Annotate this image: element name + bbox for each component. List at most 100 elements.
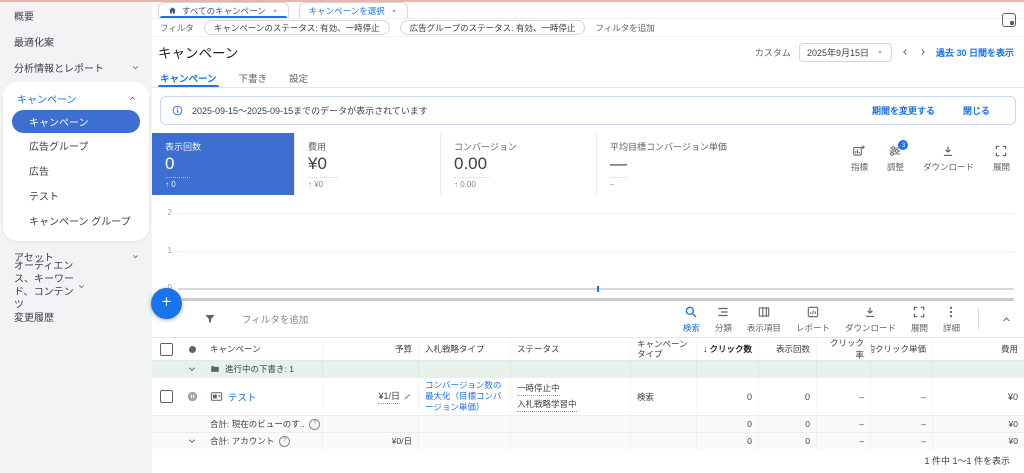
date-info-banner: 2025-09-15～2025-09-15までのデータが表示されています 期間を… <box>160 96 1016 125</box>
filter-chip-adgroup-status[interactable]: 広告グループのステータス: 有効、一時停止 <box>399 20 586 35</box>
dropdown-caret-icon <box>271 7 279 15</box>
sidebar-item-experiments[interactable]: テスト <box>3 183 149 208</box>
sidebar-item-recommendations[interactable]: 最適化案 <box>0 28 152 54</box>
status-cell[interactable]: 一時停止中 入札戦略学習中 <box>510 378 630 415</box>
segment-icon <box>716 305 730 319</box>
y-axis-tick: 2 <box>167 208 172 218</box>
collapse-table-chevron[interactable] <box>997 314 1016 325</box>
chart-tool-group: 指標 3 調整 ダウンロード 展開 <box>851 133 1024 195</box>
next-period-button[interactable] <box>918 47 928 57</box>
column-header-campaign-type[interactable]: キャンペーン タイプ <box>630 338 696 360</box>
download-icon <box>863 305 877 319</box>
cost-total-cell: ¥0 <box>932 416 1024 432</box>
tab-settings[interactable]: 設定 <box>289 67 308 87</box>
add-filter-link[interactable]: フィルタを追加 <box>595 22 654 34</box>
sidebar-item-audiences-keywords-content[interactable]: オーディエンス、キーワード、コンテンツ <box>0 261 152 311</box>
segment-button[interactable]: 分類 <box>715 305 732 334</box>
sidebar-item-overview[interactable]: 概要 <box>0 2 152 28</box>
side-panel-icon[interactable] <box>1002 13 1016 27</box>
bid-strategy-cell[interactable]: コンバージョン数の最大化（目標コンバージョン単価） <box>418 378 510 415</box>
table-toolbar: フィルタを追加 検索 分類 表示項目 レポート ダウンロード 展開 詳細 <box>152 301 1024 337</box>
scorecard-avg-target-cpa[interactable]: 平均目標コンバージョン単価 — – <box>596 133 786 195</box>
download-chart-button[interactable]: ダウンロード <box>923 144 974 195</box>
scorecard-cost[interactable]: 費用 ¥0 ↑ ¥0 <box>294 133 440 195</box>
tab-campaigns[interactable]: キャンペーン <box>158 67 219 87</box>
reports-button[interactable]: レポート <box>796 305 830 334</box>
sidebar-item-ad-groups[interactable]: 広告グループ <box>3 133 149 158</box>
adjust-button[interactable]: 3 調整 <box>887 140 909 195</box>
filter-chip-campaign-status[interactable]: キャンペーンのステータス: 有効、一時停止 <box>203 20 390 35</box>
budget-cell[interactable]: ¥1/日 <box>322 378 418 415</box>
sidebar-campaigns-group: キャンペーン キャンペーン 広告グループ 広告 テスト キャンペーン グループ <box>3 82 149 241</box>
help-icon[interactable] <box>279 435 291 447</box>
banner-message: 2025-09-15～2025-09-15までのデータが表示されています <box>192 106 428 116</box>
expand-table-button[interactable]: 展開 <box>911 305 928 334</box>
scope-tab-select-campaign[interactable]: キャンペーンを選択 <box>298 2 408 18</box>
scope-tab-all-campaigns[interactable]: すべてのキャンペーン <box>158 2 289 18</box>
column-header-campaign[interactable]: キャンペーン <box>204 338 322 360</box>
cost-cell: ¥0 <box>932 378 1024 415</box>
new-campaign-fab-button[interactable] <box>151 288 182 319</box>
edit-pencil-icon[interactable] <box>403 392 412 401</box>
metrics-button[interactable]: 指標 <box>851 144 868 195</box>
more-options-button[interactable]: 詳細 <box>943 305 960 334</box>
total-row-account: 合計: アカウント ¥0/日 0 0 – – ¥0 <box>152 432 1024 449</box>
sidebar-item-insights-reports[interactable]: 分析情報とレポート <box>0 54 152 80</box>
close-banner-link[interactable]: 閉じる <box>963 104 990 117</box>
table-header-row: キャンペーン 予算 入札戦略タイプ ステータス キャンペーン タイプ クリック数… <box>152 337 1024 361</box>
previous-period-button[interactable] <box>900 47 910 57</box>
show-last-30-days-link[interactable]: 過去 30 日間を表示 <box>936 46 1014 59</box>
clicks-total-cell: 0 <box>696 416 758 432</box>
toolbar-divider <box>978 308 979 330</box>
paused-status-icon[interactable] <box>180 378 204 415</box>
download-table-button[interactable]: ダウンロード <box>845 305 896 334</box>
expand-account-total-chevron[interactable] <box>180 433 204 449</box>
drafts-group-row: 進行中の下書き: 1 <box>152 361 1024 377</box>
data-point-marker <box>596 286 599 292</box>
column-header-clicks[interactable]: クリック数 <box>696 338 758 360</box>
impressions-total-cell: 0 <box>758 433 816 449</box>
column-header-cost[interactable]: 費用 <box>932 338 1024 360</box>
column-header-bid-type[interactable]: 入札戦略タイプ <box>418 338 510 360</box>
sort-descending-icon <box>703 344 708 354</box>
expand-icon <box>912 305 926 319</box>
scorecard-impressions[interactable]: 表示回数 0 ↑ 0 <box>152 133 294 195</box>
date-picker-dropdown[interactable]: 2025年9月15日 <box>798 42 892 62</box>
folder-icon <box>210 364 220 374</box>
filter-funnel-icon[interactable] <box>204 313 216 325</box>
change-period-link[interactable]: 期間を変更する <box>872 104 935 117</box>
tab-drafts[interactable]: 下書き <box>239 67 268 87</box>
total-row-label: 合計: 現在のビューのす.. <box>210 419 305 429</box>
column-header-impressions[interactable]: 表示回数 <box>758 338 816 360</box>
clicks-cell: 0 <box>696 378 758 415</box>
clicks-total-cell: 0 <box>696 433 758 449</box>
collapse-drafts-chevron[interactable] <box>180 361 204 377</box>
dropdown-caret-icon <box>390 7 398 15</box>
search-button[interactable]: 検索 <box>683 305 700 334</box>
gridline <box>178 251 1014 252</box>
select-all-checkbox[interactable] <box>159 342 173 356</box>
chart-horizontal-scrollbar[interactable] <box>182 298 1014 301</box>
chevron-up-icon <box>128 94 137 103</box>
column-header-ctr[interactable]: クリック率 <box>816 338 870 360</box>
table-tool-group: 検索 分類 表示項目 レポート ダウンロード 展開 詳細 <box>683 305 1024 334</box>
sidebar-item-campaign-groups[interactable]: キャンペーン グループ <box>3 208 149 233</box>
home-icon <box>168 6 177 15</box>
campaign-name-link[interactable]: テスト <box>228 390 257 404</box>
columns-button[interactable]: 表示項目 <box>747 305 781 334</box>
table-add-filter-input[interactable]: フィルタを追加 <box>242 312 308 326</box>
help-icon[interactable] <box>309 418 321 430</box>
column-header-avg-cpc[interactable]: 平均クリック単価 <box>870 338 932 360</box>
sidebar-item-campaigns-header[interactable]: キャンペーン <box>3 86 149 110</box>
columns-icon <box>757 305 771 319</box>
column-header-status[interactable]: ステータス <box>510 338 630 360</box>
ctr-cell: – <box>816 378 870 415</box>
scorecard-conversions[interactable]: コンバージョン 0.00 ↑ 0.00 <box>440 133 596 195</box>
sidebar-item-campaigns[interactable]: キャンペーン <box>12 110 140 133</box>
row-checkbox[interactable] <box>159 390 173 403</box>
sidebar-item-ads[interactable]: 広告 <box>3 158 149 183</box>
window-top-accent <box>0 0 1024 2</box>
column-header-budget[interactable]: 予算 <box>322 338 418 360</box>
expand-chart-button[interactable]: 展開 <box>993 144 1010 195</box>
total-row-label: 合計: アカウント <box>210 436 275 446</box>
